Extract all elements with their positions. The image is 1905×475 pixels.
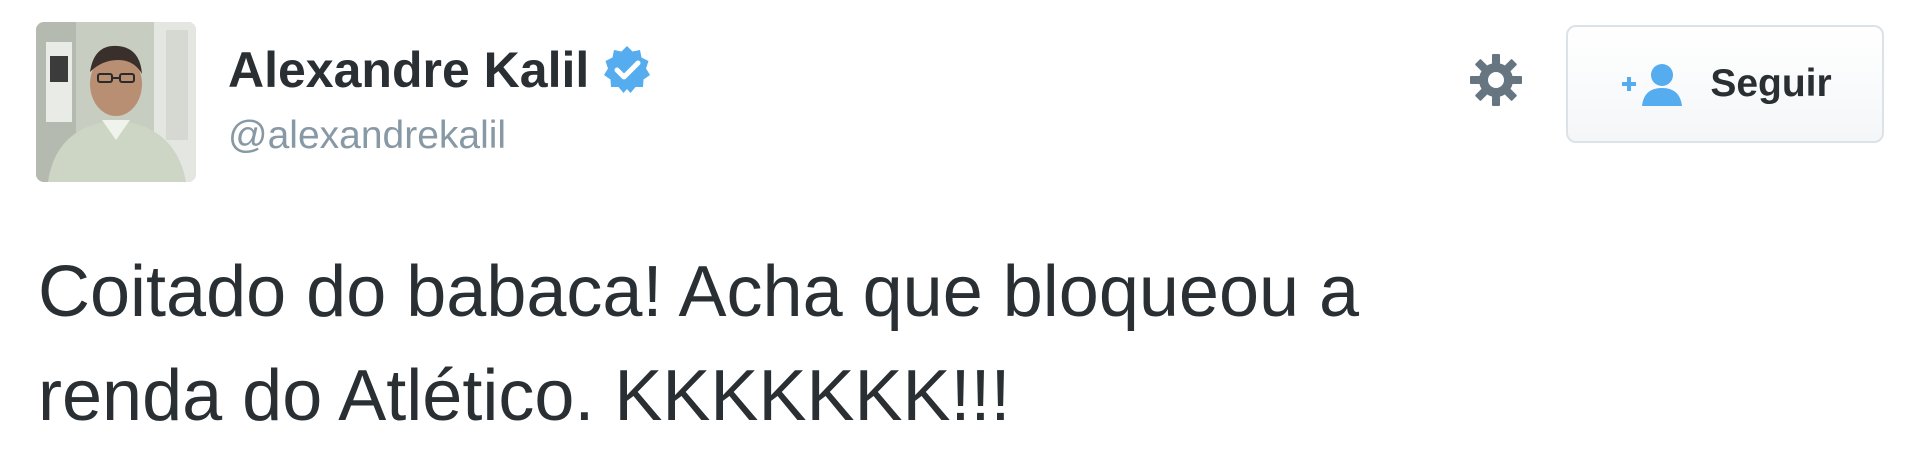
- name-row: Alexandre Kalil: [228, 40, 653, 100]
- tweet-text-line: Coitado do babaca! Acha que bloqueou a: [38, 252, 1360, 332]
- gear-icon[interactable]: [1468, 52, 1524, 108]
- tweet-card: Alexandre Kalil @alexandrekalil Seguir C…: [0, 0, 1905, 475]
- add-user-icon: [1618, 62, 1690, 106]
- user-handle[interactable]: @alexandrekalil: [228, 114, 653, 158]
- display-name[interactable]: Alexandre Kalil: [228, 41, 589, 99]
- tweet-text-line: renda do Atlético. KKKKKKK!!!: [38, 356, 1011, 436]
- follow-label: Seguir: [1710, 62, 1832, 105]
- follow-button[interactable]: Seguir: [1566, 25, 1884, 143]
- verified-badge-icon: [601, 44, 653, 96]
- avatar-photo: [36, 22, 196, 182]
- author-info: Alexandre Kalil @alexandrekalil: [228, 40, 653, 158]
- avatar[interactable]: [36, 22, 196, 182]
- tweet-text: Coitado do babaca! Acha que bloqueou a r…: [38, 240, 1878, 448]
